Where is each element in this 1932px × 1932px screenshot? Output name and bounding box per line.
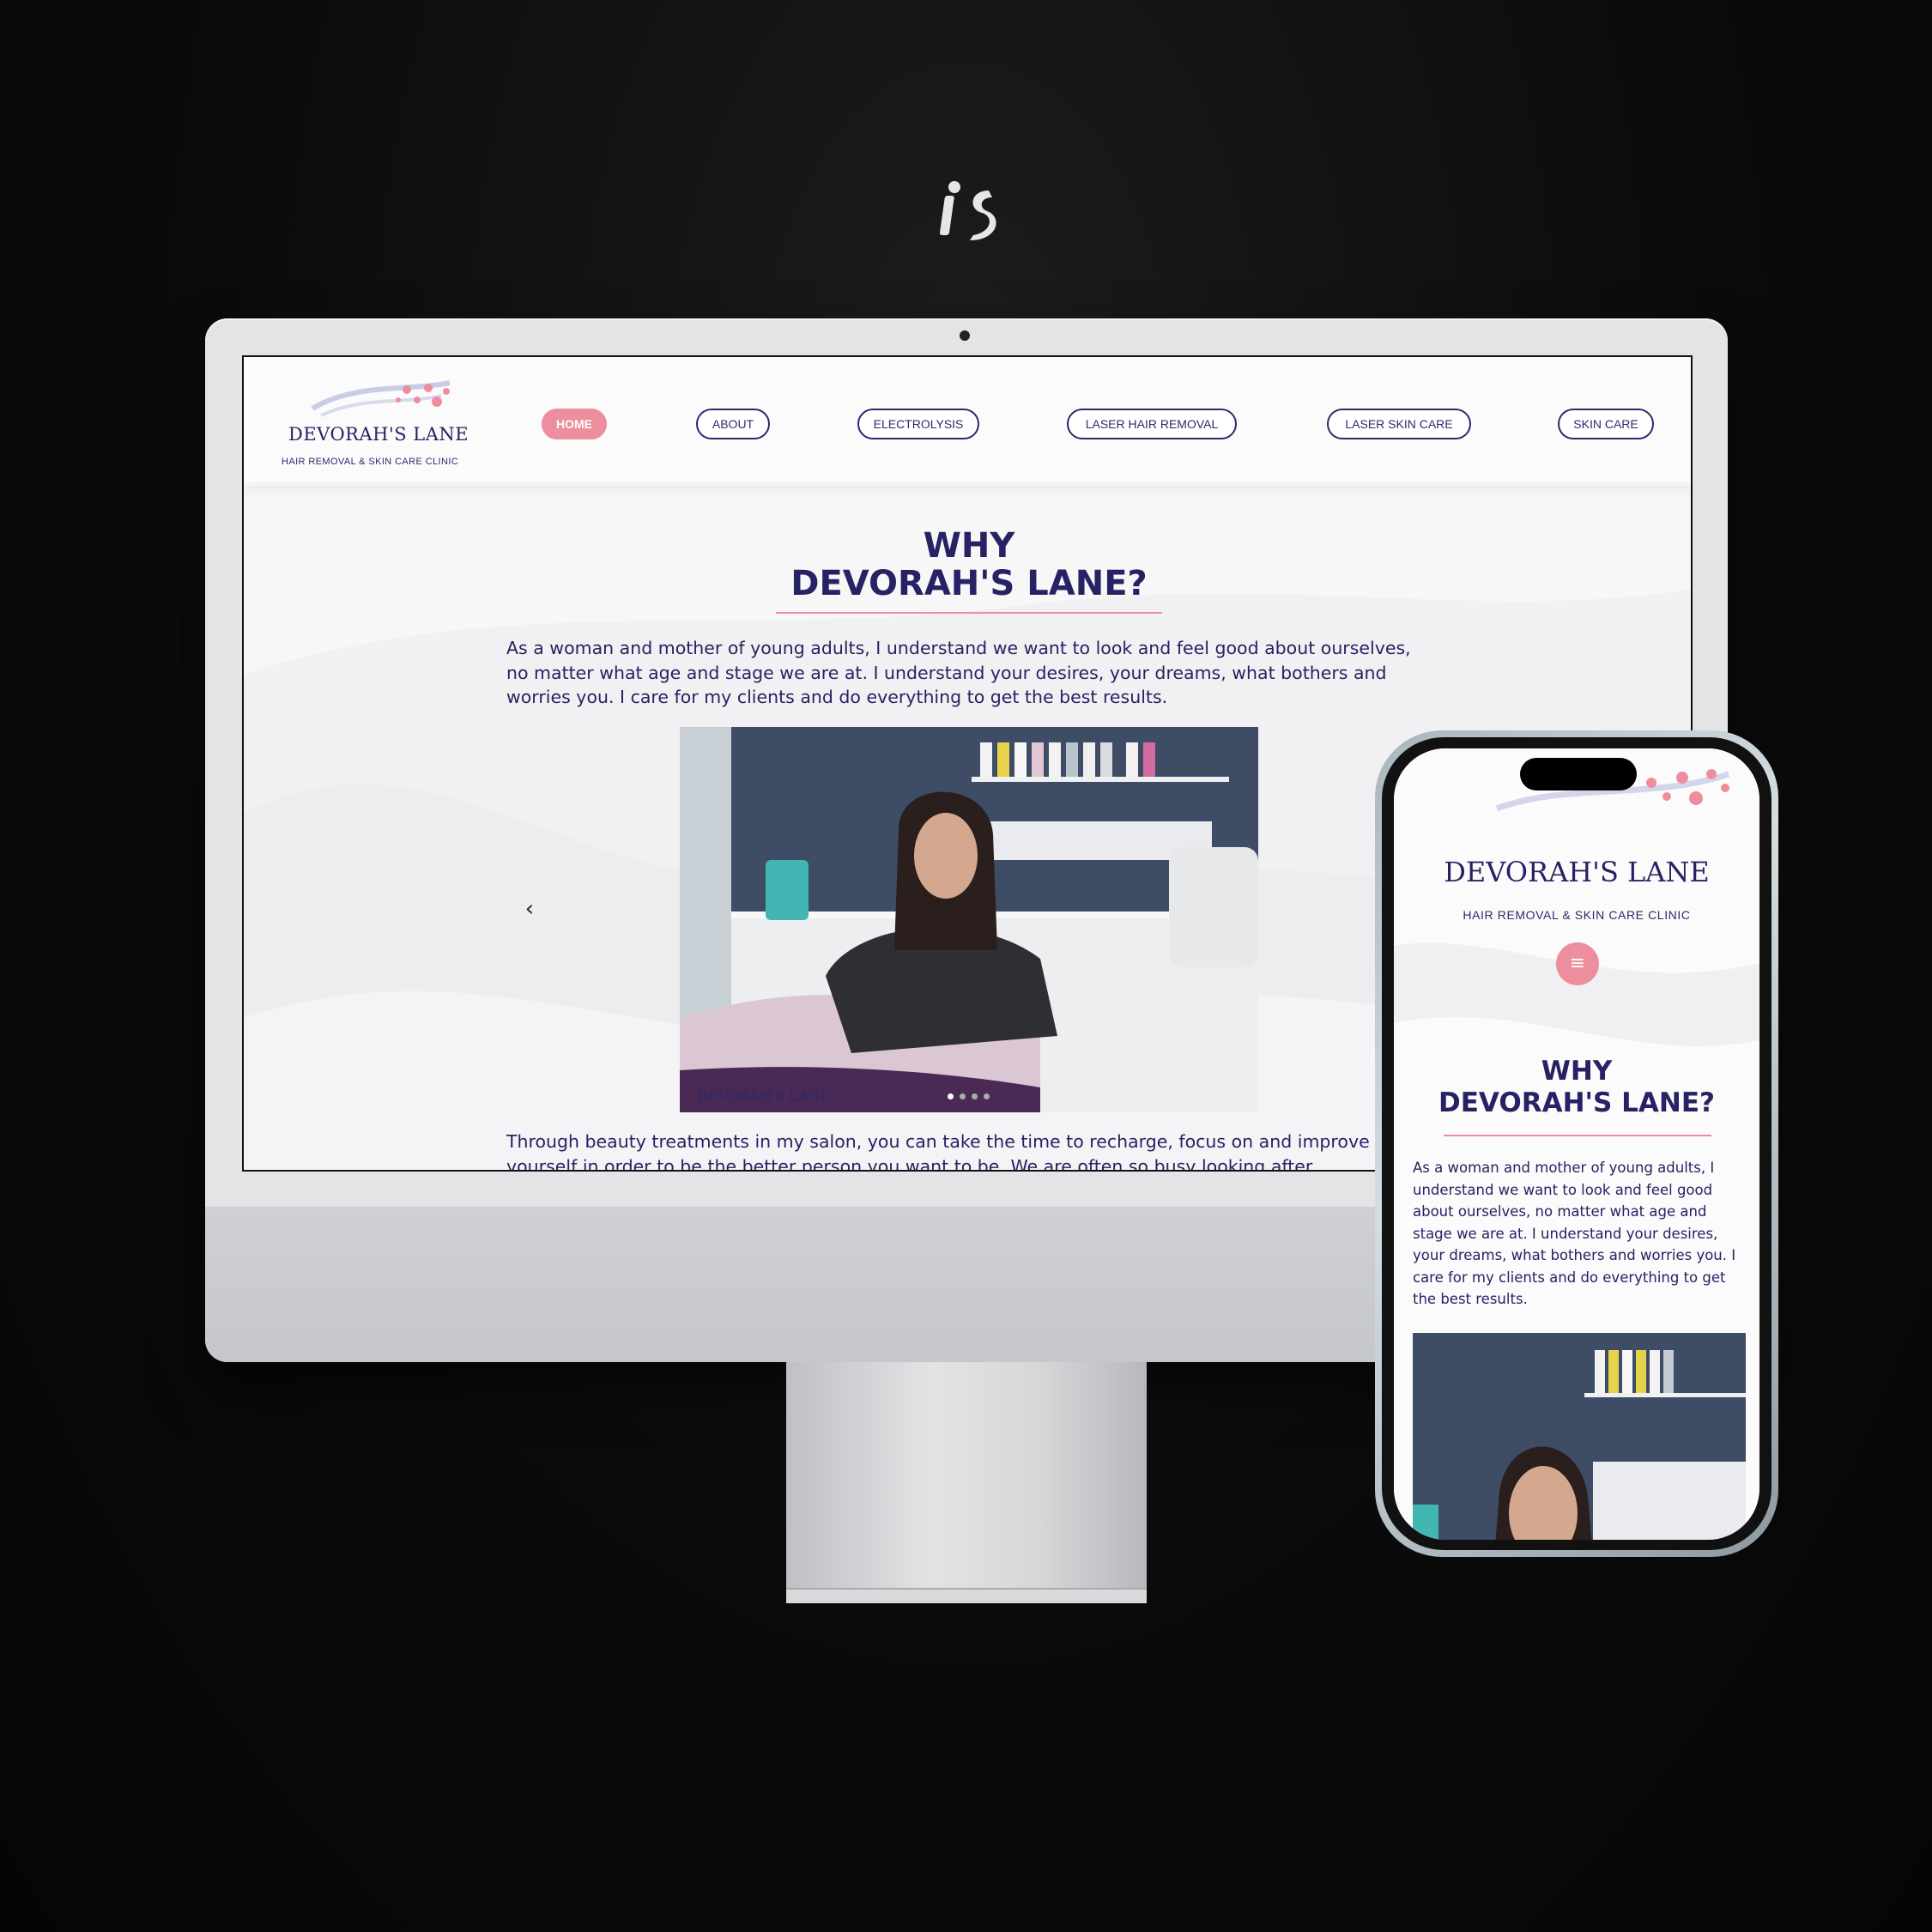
mobile-logo-tagline: HAIR REMOVAL & SKIN CARE CLINIC bbox=[1463, 908, 1691, 922]
mobile-heading-line-2: DEVORAH'S LANE? bbox=[1438, 1087, 1715, 1118]
dynamic-island bbox=[1520, 758, 1637, 790]
mobile-salon-photo bbox=[1413, 1333, 1746, 1540]
slide-image: DEVORAH'S LANE bbox=[680, 727, 1258, 1112]
mobile-screen: DEVORAH'S LANE HAIR REMOVAL & SKIN CARE … bbox=[1394, 748, 1759, 1540]
mobile-logo-name[interactable]: DEVORAH'S LANE bbox=[1394, 856, 1759, 888]
nav-about[interactable]: ABOUT bbox=[696, 409, 770, 439]
intro-paragraph: As a woman and mother of young adults, I… bbox=[506, 638, 1411, 707]
brand-mark-logo bbox=[910, 172, 1030, 257]
slider-dot-2[interactable] bbox=[960, 1093, 966, 1099]
salon-photo bbox=[680, 727, 1258, 1112]
slider-dot-4[interactable] bbox=[984, 1093, 990, 1099]
slide-watermark: DEVORAH'S LANE bbox=[697, 1087, 830, 1104]
mobile-section-heading: WHY DEVORAH'S LANE? bbox=[1394, 1056, 1759, 1119]
imac-stand-base bbox=[786, 1588, 1147, 1603]
nav-laser-hair-removal[interactable]: LASER HAIR REMOVAL bbox=[1067, 409, 1237, 439]
nav-electrolysis[interactable]: ELECTROLYSIS bbox=[857, 409, 979, 439]
heading-line-1: WHY bbox=[923, 526, 1015, 566]
mobile-intro-paragraph: As a woman and mother of young adults, I… bbox=[1413, 1160, 1736, 1307]
nav-skin-care[interactable]: SKIN CARE bbox=[1558, 409, 1654, 439]
logo-tagline: HAIR REMOVAL & SKIN CARE CLINIC bbox=[282, 457, 459, 467]
heading-line-2: DEVORAH'S LANE? bbox=[790, 564, 1148, 603]
site-header: DEVORAH'S LANE HAIR REMOVAL & SKIN CARE … bbox=[244, 357, 1691, 482]
slider-dot-3[interactable] bbox=[972, 1093, 978, 1099]
nav-home[interactable]: HOME bbox=[542, 409, 607, 439]
slider-dots[interactable] bbox=[948, 1093, 999, 1102]
logo-name[interactable]: DEVORAH'S LANE bbox=[288, 424, 469, 445]
section-heading: WHY DEVORAH'S LANE? bbox=[244, 526, 1691, 603]
hamburger-menu-icon[interactable]: ≡ bbox=[1556, 942, 1599, 985]
imac-stand bbox=[786, 1362, 1147, 1602]
mobile-heading-line-1: WHY bbox=[1541, 1056, 1613, 1087]
heading-divider bbox=[776, 612, 1162, 614]
mobile-heading-divider bbox=[1444, 1135, 1711, 1136]
mobile-slide-image bbox=[1413, 1333, 1746, 1540]
slider-dot-1[interactable] bbox=[948, 1093, 954, 1099]
nav-laser-skin-care[interactable]: LASER SKIN CARE bbox=[1327, 409, 1471, 439]
slider-prev-button[interactable]: ‹ bbox=[517, 896, 542, 922]
camera-icon bbox=[960, 330, 970, 341]
